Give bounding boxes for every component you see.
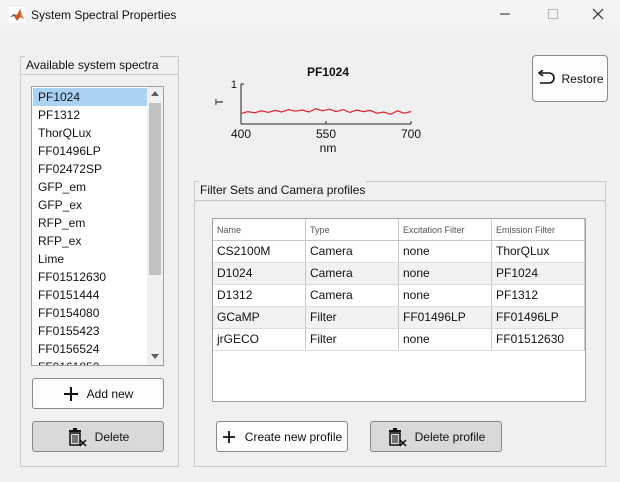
- table-row[interactable]: GCaMP Filter FF01496LP FF01496LP: [213, 307, 585, 329]
- x-tick-label: 400: [231, 127, 251, 141]
- create-profile-label: Create new profile: [244, 429, 343, 444]
- scroll-down-icon[interactable]: [151, 354, 159, 359]
- chart-axes: [240, 84, 411, 125]
- table-cell: Filter: [306, 329, 399, 350]
- list-item[interactable]: FF0154080: [33, 304, 147, 322]
- column-header[interactable]: Name: [213, 219, 306, 241]
- y-tick-label: 1: [231, 79, 237, 91]
- add-new-button[interactable]: Add new: [32, 378, 164, 409]
- table-cell: none: [399, 241, 492, 262]
- table-cell: D1312: [213, 285, 306, 306]
- table-cell: Camera: [306, 285, 399, 306]
- list-item[interactable]: FF0151444: [33, 286, 147, 304]
- close-icon: [592, 8, 604, 23]
- table-cell: PF1024: [492, 263, 585, 284]
- x-tick-label: 550: [316, 127, 336, 141]
- spectra-scrollbar[interactable]: [147, 87, 163, 365]
- chart-x-label: nm: [320, 141, 337, 155]
- table-cell: CS2100M: [213, 241, 306, 262]
- table-cell: none: [399, 285, 492, 306]
- list-item[interactable]: GFP_em: [33, 178, 147, 196]
- table-cell: jrGECO: [213, 329, 306, 350]
- list-item[interactable]: RFP_ex: [33, 232, 147, 250]
- table-row[interactable]: jrGECO Filter none FF01512630: [213, 329, 585, 351]
- table-cell: none: [399, 329, 492, 350]
- window-title: System Spectral Properties: [31, 8, 177, 22]
- list-item[interactable]: FF01512630: [33, 268, 147, 286]
- filter-sets-panel-title: Filter Sets and Camera profiles: [199, 181, 367, 197]
- spectra-listbox[interactable]: PF1024 PF1312 ThorQLux FF01496LP FF02472SP GF…: [31, 86, 164, 366]
- table-cell: Camera: [306, 241, 399, 262]
- list-item[interactable]: FF0161850: [33, 358, 147, 365]
- list-item[interactable]: RFP_em: [33, 214, 147, 232]
- list-item[interactable]: FF0155423: [33, 322, 147, 340]
- table-cell: Filter: [306, 307, 399, 328]
- delete-spectrum-button[interactable]: Delete: [32, 421, 164, 452]
- chart-y-label: T: [214, 98, 226, 105]
- table-cell: FF01512630: [492, 329, 585, 350]
- minimize-button[interactable]: [482, 0, 528, 31]
- table-cell: FF01496LP: [399, 307, 492, 328]
- spectrum-chart: PF1024 T nm 400 550 700 1: [212, 58, 432, 162]
- minimize-icon: [499, 8, 511, 23]
- scroll-up-icon[interactable]: [151, 91, 159, 96]
- title-bar: System Spectral Properties: [0, 0, 620, 31]
- plus-icon: [63, 386, 79, 402]
- plus-icon: [222, 430, 236, 444]
- trash-icon: [67, 427, 87, 447]
- panel-divider: [21, 74, 178, 75]
- close-button[interactable]: [575, 0, 620, 31]
- filter-table[interactable]: Name Type Excitation Filter Emission Filter…: [212, 218, 586, 402]
- maximize-button[interactable]: [530, 0, 576, 31]
- spectrum-chart-svg: PF1024 T nm 400 550 700 1: [214, 65, 421, 155]
- column-header[interactable]: Emission Filter: [492, 219, 585, 241]
- delete-profile-label: Delete profile: [414, 429, 486, 444]
- list-item[interactable]: PF1312: [33, 106, 147, 124]
- list-item[interactable]: FF0156524: [33, 340, 147, 358]
- column-header[interactable]: Excitation Filter: [399, 219, 492, 241]
- matlab-icon: [9, 7, 25, 23]
- restore-button[interactable]: Restore: [532, 55, 608, 102]
- table-cell: Camera: [306, 263, 399, 284]
- chart-series: [240, 108, 412, 116]
- delete-spectrum-label: Delete: [94, 429, 130, 444]
- table-cell: GCaMP: [213, 307, 306, 328]
- add-new-label: Add new: [86, 386, 134, 401]
- list-item[interactable]: GFP_ex: [33, 196, 147, 214]
- table-row[interactable]: D1024 Camera none PF1024: [213, 263, 585, 285]
- table-cell: ThorQLux: [492, 241, 585, 262]
- table-row[interactable]: CS2100M Camera none ThorQLux: [213, 241, 585, 263]
- list-item[interactable]: ThorQLux: [33, 124, 147, 142]
- restore-label: Restore: [561, 71, 604, 86]
- scroll-thumb[interactable]: [149, 103, 161, 275]
- list-item[interactable]: FF02472SP: [33, 160, 147, 178]
- chart-title: PF1024: [307, 65, 349, 79]
- trash-icon: [387, 427, 407, 447]
- x-tick-label: 700: [401, 127, 421, 141]
- maximize-icon: [547, 8, 559, 23]
- table-cell: PF1312: [492, 285, 585, 306]
- spectrum-line: [240, 108, 412, 116]
- list-item[interactable]: Lime: [33, 250, 147, 268]
- panel-divider: [195, 200, 605, 201]
- table-row[interactable]: D1312 Camera none PF1312: [213, 285, 585, 307]
- undo-arrow-icon: [536, 69, 556, 88]
- table-cell: none: [399, 263, 492, 284]
- delete-profile-button[interactable]: Delete profile: [370, 421, 502, 452]
- table-cell: FF01496LP: [492, 307, 585, 328]
- create-profile-button[interactable]: Create new profile: [216, 421, 348, 452]
- table-cell: D1024: [213, 263, 306, 284]
- spectra-panel-title: Available system spectra: [25, 56, 160, 72]
- list-item[interactable]: PF1024: [33, 88, 147, 106]
- column-header[interactable]: Type: [306, 219, 399, 241]
- list-item[interactable]: FF01496LP: [33, 142, 147, 160]
